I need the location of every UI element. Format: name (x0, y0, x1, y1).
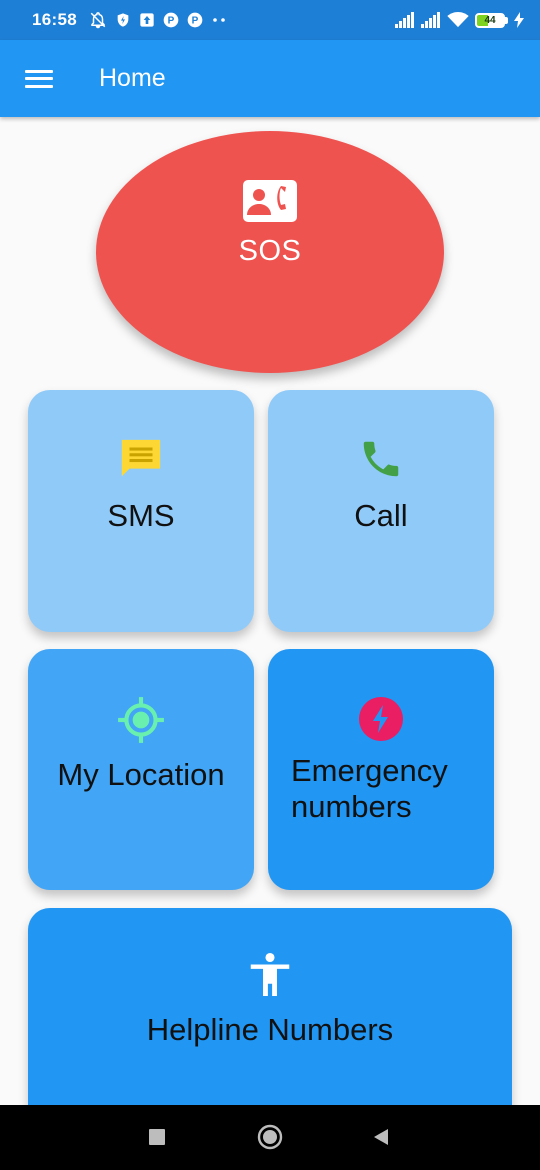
p-icon: P (163, 12, 179, 28)
svg-text:P: P (192, 15, 199, 26)
system-icons: 44 (395, 12, 524, 28)
call-card[interactable]: Call (268, 390, 494, 632)
emergency-numbers-card[interactable]: Emergency numbers (268, 649, 494, 890)
sos-label: SOS (238, 235, 302, 267)
more-dots-icon (213, 18, 225, 22)
battery-percent: 44 (484, 14, 496, 26)
contact-phone-icon (243, 180, 297, 222)
p-icon: P (187, 12, 203, 28)
shield-icon (117, 13, 129, 27)
svg-text:P: P (168, 15, 175, 26)
sms-label: SMS (107, 498, 175, 533)
battery-icon: 44 (475, 12, 508, 28)
charging-icon (514, 12, 524, 28)
call-label: Call (354, 498, 408, 533)
emergency-numbers-label: Emergency numbers (291, 753, 448, 824)
muted-bell-icon (90, 12, 106, 29)
flash-icon (359, 697, 403, 741)
system-nav-bar (0, 1105, 540, 1170)
accessibility-icon (250, 952, 290, 996)
recents-square-icon[interactable] (137, 1117, 177, 1157)
wifi-icon (447, 12, 469, 28)
status-bar: 16:58 P P 44 (0, 0, 540, 40)
sos-button[interactable]: SOS (96, 131, 444, 373)
app-bar: Home (0, 40, 540, 117)
notification-icons: P P (89, 11, 227, 29)
page-title: Home (99, 64, 166, 92)
chat-icon (121, 439, 161, 477)
signal-icon (395, 12, 414, 28)
helpline-numbers-card[interactable]: Helpline Numbers (28, 908, 512, 1138)
upload-icon (140, 13, 154, 27)
helpline-numbers-label: Helpline Numbers (146, 1012, 394, 1047)
signal-icon (421, 12, 440, 28)
back-triangle-icon[interactable] (361, 1117, 401, 1157)
my-location-label: My Location (57, 757, 225, 792)
status-time: 16:58 (32, 10, 77, 29)
home-circle-icon[interactable] (250, 1117, 290, 1157)
menu-icon[interactable] (25, 68, 53, 90)
sms-card[interactable]: SMS (28, 390, 254, 632)
my-location-card[interactable]: My Location (28, 649, 254, 890)
gps-icon (118, 697, 164, 743)
phone-icon (363, 441, 399, 477)
